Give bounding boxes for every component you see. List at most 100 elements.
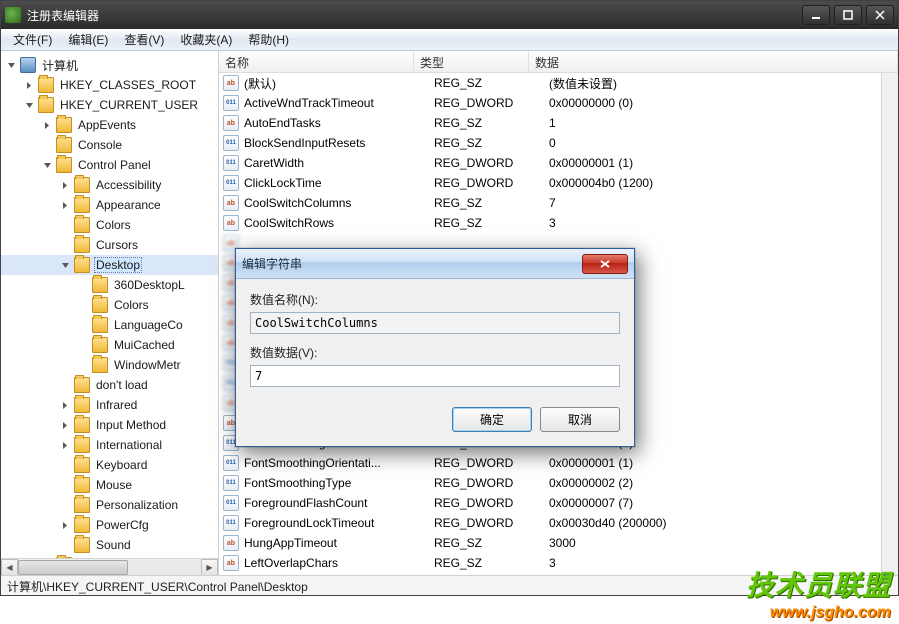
tree-node-console[interactable]: Console xyxy=(1,135,218,155)
cell-type: REG_SZ xyxy=(434,116,549,130)
tree-node-label: Personalization xyxy=(94,498,180,512)
list-row[interactable]: 011FontSmoothingOrientati...REG_DWORD0x0… xyxy=(219,453,881,473)
tree-node-appevents[interactable]: AppEvents xyxy=(1,115,218,135)
cell-data: 0x00000000 (0) xyxy=(549,96,881,110)
string-value-icon: ab xyxy=(223,195,239,211)
expand-icon[interactable] xyxy=(59,439,72,452)
string-value-icon: ab xyxy=(223,215,239,231)
expand-icon[interactable] xyxy=(41,119,54,132)
maximize-button[interactable] xyxy=(834,5,862,25)
cell-name: CaretWidth xyxy=(244,156,434,170)
tree-node-label: MuiCached xyxy=(112,338,177,352)
expander-blank xyxy=(59,219,72,232)
cell-name: ForegroundLockTimeout xyxy=(244,516,434,530)
list-row[interactable]: abAutoEndTasksREG_SZ1 xyxy=(219,113,881,133)
tree-node-colors2[interactable]: Colors xyxy=(1,295,218,315)
expand-icon[interactable] xyxy=(59,179,72,192)
tree-node-keyboard[interactable]: Keyboard xyxy=(1,455,218,475)
tree-node-hkcu[interactable]: HKEY_CURRENT_USER xyxy=(1,95,218,115)
expand-icon[interactable] xyxy=(59,419,72,432)
tree-node-accessibility[interactable]: Accessibility xyxy=(1,175,218,195)
cell-data: 0x00000001 (1) xyxy=(549,156,881,170)
tree-node-language[interactable]: LanguageCo xyxy=(1,315,218,335)
cell-type: REG_SZ xyxy=(434,76,549,90)
menu-view[interactable]: 查看(V) xyxy=(116,29,172,50)
titlebar[interactable]: 注册表编辑器 xyxy=(1,1,898,29)
scroll-thumb[interactable] xyxy=(18,560,128,575)
list-row[interactable]: 011ActiveWndTrackTimeoutREG_DWORD0x00000… xyxy=(219,93,881,113)
tree-node-label: Colors xyxy=(112,298,151,312)
collapse-icon[interactable] xyxy=(59,259,72,272)
col-header-data[interactable]: 数据 xyxy=(529,51,898,72)
dword-value-icon: 011 xyxy=(223,515,239,531)
collapse-icon[interactable] xyxy=(5,59,18,72)
menu-favorites[interactable]: 收藏夹(A) xyxy=(172,29,240,50)
scroll-left-icon[interactable]: ◀ xyxy=(1,559,18,576)
list-row[interactable]: 011CaretWidthREG_DWORD0x00000001 (1) xyxy=(219,153,881,173)
expand-icon[interactable] xyxy=(59,199,72,212)
list-row[interactable]: 011ForegroundFlashCountREG_DWORD0x000000… xyxy=(219,493,881,513)
tree-node-360desktop[interactable]: 360DesktopL xyxy=(1,275,218,295)
close-button[interactable] xyxy=(866,5,894,25)
cancel-button[interactable]: 取消 xyxy=(540,407,620,432)
tree-hscrollbar[interactable]: ◀ ▶ xyxy=(1,558,218,575)
tree-node-appearance[interactable]: Appearance xyxy=(1,195,218,215)
expander-blank xyxy=(41,139,54,152)
tree-node-cursors[interactable]: Cursors xyxy=(1,235,218,255)
tree-node-infrared[interactable]: Infrared xyxy=(1,395,218,415)
tree-node-label: HKEY_CLASSES_ROOT xyxy=(58,78,198,92)
tree-node-inputmethod[interactable]: Input Method xyxy=(1,415,218,435)
tree-node-control_panel[interactable]: Control Panel xyxy=(1,155,218,175)
cell-type: REG_DWORD xyxy=(434,156,549,170)
collapse-icon[interactable] xyxy=(23,99,36,112)
tree-node-muicached[interactable]: MuiCached xyxy=(1,335,218,355)
menu-file[interactable]: 文件(F) xyxy=(5,29,60,50)
menu-help[interactable]: 帮助(H) xyxy=(240,29,297,50)
expander-blank xyxy=(77,279,90,292)
expand-icon[interactable] xyxy=(59,399,72,412)
list-row[interactable]: 011FontSmoothingTypeREG_DWORD0x00000002 … xyxy=(219,473,881,493)
tree-node-colors[interactable]: Colors xyxy=(1,215,218,235)
list-row[interactable]: 011ClickLockTimeREG_DWORD0x000004b0 (120… xyxy=(219,173,881,193)
tree-node-label: Control Panel xyxy=(76,158,153,172)
cell-type: REG_DWORD xyxy=(434,476,549,490)
dialog-titlebar[interactable]: 编辑字符串 xyxy=(236,249,634,279)
tree-node-desktop[interactable]: Desktop xyxy=(1,255,218,275)
scroll-right-icon[interactable]: ▶ xyxy=(201,559,218,576)
folder-icon xyxy=(74,517,90,533)
expand-icon[interactable] xyxy=(23,79,36,92)
folder-icon xyxy=(74,477,90,493)
col-header-type[interactable]: 类型 xyxy=(414,51,529,72)
value-data-label: 数值数据(V): xyxy=(250,344,620,361)
tree-node-personalization[interactable]: Personalization xyxy=(1,495,218,515)
list-row[interactable]: ab(默认)REG_SZ(数值未设置) xyxy=(219,73,881,93)
list-row[interactable]: abCoolSwitchColumnsREG_SZ7 xyxy=(219,193,881,213)
col-header-name[interactable]: 名称 xyxy=(219,51,414,72)
tree-node-computer[interactable]: 计算机 xyxy=(1,55,218,75)
value-name-input xyxy=(250,312,620,334)
tree-node-windowmetr[interactable]: WindowMetr xyxy=(1,355,218,375)
tree-node-hkcr[interactable]: HKEY_CLASSES_ROOT xyxy=(1,75,218,95)
dialog-close-button[interactable] xyxy=(582,254,628,274)
expander-blank xyxy=(59,459,72,472)
list-vscrollbar[interactable] xyxy=(881,73,898,575)
value-data-input[interactable] xyxy=(250,365,620,387)
list-row[interactable]: abHungAppTimeoutREG_SZ3000 xyxy=(219,533,881,553)
ok-button[interactable]: 确定 xyxy=(452,407,532,432)
tree-node-dontload[interactable]: don't load xyxy=(1,375,218,395)
cell-data: 0x00030d40 (200000) xyxy=(549,516,881,530)
list-row[interactable]: abCoolSwitchRowsREG_SZ3 xyxy=(219,213,881,233)
list-row[interactable]: 011BlockSendInputResetsREG_SZ0 xyxy=(219,133,881,153)
tree-node-sound[interactable]: Sound xyxy=(1,535,218,555)
cell-name: ClickLockTime xyxy=(244,176,434,190)
expand-icon[interactable] xyxy=(59,519,72,532)
cell-data: 1 xyxy=(549,116,881,130)
minimize-button[interactable] xyxy=(802,5,830,25)
collapse-icon[interactable] xyxy=(41,159,54,172)
folder-icon xyxy=(74,197,90,213)
tree-node-mouse[interactable]: Mouse xyxy=(1,475,218,495)
menu-edit[interactable]: 编辑(E) xyxy=(60,29,116,50)
tree-node-powercfg[interactable]: PowerCfg xyxy=(1,515,218,535)
list-row[interactable]: 011ForegroundLockTimeoutREG_DWORD0x00030… xyxy=(219,513,881,533)
tree-node-international[interactable]: International xyxy=(1,435,218,455)
